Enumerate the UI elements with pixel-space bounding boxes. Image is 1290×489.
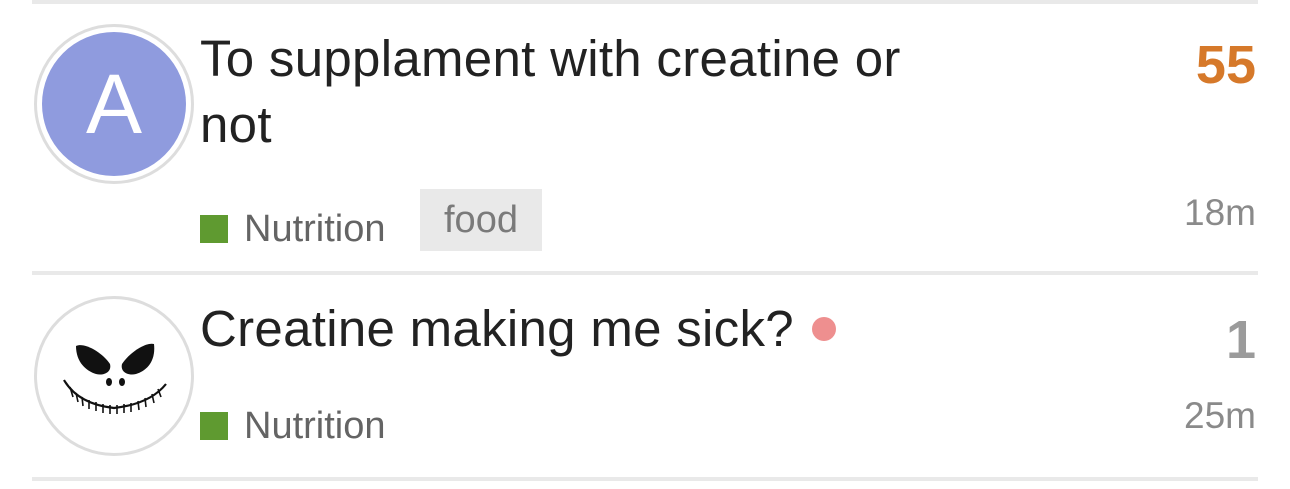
topic-row[interactable]: A To supplament with creatine or not 55 …	[0, 0, 1290, 272]
skull-face-icon	[42, 304, 186, 448]
topic-title[interactable]: Creatine making me sick?	[200, 296, 960, 362]
user-avatar[interactable]: A	[34, 24, 194, 184]
topic-row[interactable]: Creatine making me sick? 1 Nutrition 25m	[0, 275, 1290, 479]
tag-badge[interactable]: food	[420, 189, 542, 251]
topic-title[interactable]: To supplament with creatine or not	[200, 26, 960, 158]
topic-title-text[interactable]: Creatine making me sick?	[200, 300, 794, 357]
category-name: Nutrition	[244, 207, 386, 250]
skull-face-svg	[63, 343, 167, 414]
bottom-divider	[32, 477, 1258, 481]
reply-count[interactable]: 1	[1226, 309, 1256, 371]
reply-count[interactable]: 55	[1196, 34, 1256, 96]
category-badge[interactable]: Nutrition	[200, 404, 386, 447]
category-badge[interactable]: Nutrition	[200, 207, 386, 250]
user-avatar[interactable]	[34, 296, 194, 456]
activity-time[interactable]: 18m	[1184, 192, 1256, 234]
unread-indicator	[811, 316, 836, 341]
avatar-letter: A	[42, 32, 186, 176]
category-name: Nutrition	[244, 404, 386, 447]
activity-time[interactable]: 25m	[1184, 395, 1256, 437]
category-color-swatch	[200, 412, 228, 440]
category-color-swatch	[200, 215, 228, 243]
